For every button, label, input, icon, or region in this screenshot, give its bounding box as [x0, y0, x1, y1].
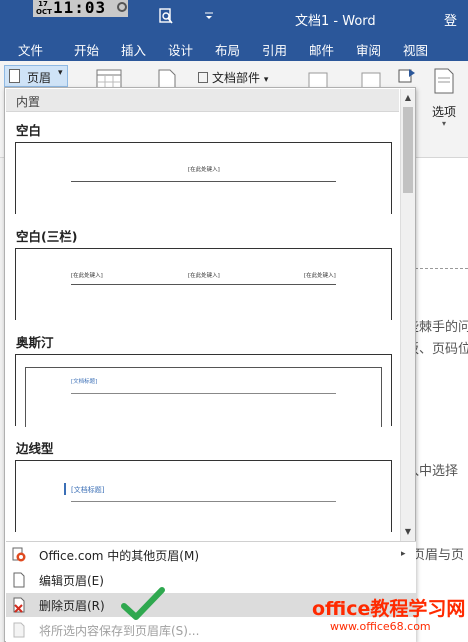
office-globe-icon: [12, 547, 26, 562]
tab-view[interactable]: 视图: [403, 40, 428, 59]
watermark-url: www.office68.com: [330, 620, 431, 633]
tab-references[interactable]: 引用: [262, 40, 287, 59]
clock-date: 17 OCT: [36, 0, 52, 16]
doc-parts-icon: [198, 72, 208, 83]
green-check-icon: [121, 587, 165, 620]
menu-item-label: 将所选内容保存到页眉库(S)...: [39, 624, 200, 638]
watermark-title: office教程学习网: [312, 598, 466, 620]
category-label-sideline: 边线型: [16, 441, 54, 456]
document-title: 文档1 - Word: [295, 14, 376, 29]
options-icon: [434, 68, 454, 94]
gallery-section-header: 内置: [6, 89, 399, 112]
navigation-icon[interactable]: [398, 67, 416, 85]
category-label-blank: 空白: [16, 123, 42, 138]
tab-file[interactable]: 文件: [18, 40, 43, 59]
chevron-down-icon: ▾: [58, 68, 63, 78]
print-preview-icon[interactable]: [158, 8, 174, 24]
menu-item-edit-header[interactable]: 编辑页眉(E): [6, 568, 416, 592]
tab-insert[interactable]: 插入: [121, 40, 146, 59]
header-button-label: 页眉: [27, 71, 52, 85]
title-bar: 17 OCT 11:03 文档1 - Word 登: [0, 0, 468, 37]
menu-item-more-headers[interactable]: Office.com 中的其他页眉(M) ▸: [6, 543, 416, 567]
page-icon: [13, 572, 25, 588]
scroll-down-icon[interactable]: ▼: [402, 526, 414, 538]
placeholder-text: [文档标题]: [71, 379, 98, 385]
chevron-down-icon: ▾: [442, 119, 447, 128]
austin-frame: [25, 367, 382, 427]
chevron-down-icon: ▾: [263, 75, 269, 85]
quick-access-dropdown-icon[interactable]: [203, 8, 215, 24]
clock-overlay: 17 OCT 11:03: [33, 0, 128, 17]
gallery-scrollbar[interactable]: ▲ ▼: [400, 89, 415, 541]
scroll-up-icon[interactable]: ▲: [402, 92, 414, 104]
doc-parts-button[interactable]: 文档部件 ▾: [198, 69, 268, 86]
placeholder-text: [文档标题]: [71, 486, 105, 494]
header-template-sideline[interactable]: [文档标题]: [15, 460, 392, 532]
header-template-blank[interactable]: [在此处键入]: [15, 142, 392, 214]
tab-home[interactable]: 开始: [74, 40, 99, 59]
header-page-icon: [9, 69, 20, 83]
clock-time: 11:03: [53, 0, 107, 17]
header-rule: [71, 284, 336, 285]
menu-item-label: Office.com 中的其他页眉(M): [39, 549, 200, 563]
options-label: 选项: [432, 105, 457, 119]
sign-in-link[interactable]: 登: [444, 10, 457, 29]
options-group[interactable]: 选项 ▾: [428, 65, 464, 128]
header-rule: [71, 393, 336, 394]
header-rule: [71, 181, 336, 182]
header-rule: [71, 501, 336, 502]
scrollbar-thumb[interactable]: [403, 107, 413, 193]
doc-parts-label: 文档部件: [212, 71, 261, 85]
menu-item-label: 编辑页眉(E): [39, 574, 104, 588]
category-label-austin: 奥斯汀: [16, 335, 54, 350]
delete-page-icon: [13, 597, 25, 613]
tab-design[interactable]: 设计: [168, 40, 193, 59]
placeholder-text: [在此处键入]: [188, 167, 220, 173]
save-page-icon: [13, 622, 25, 638]
placeholder-text: [在此处键入]: [304, 273, 336, 279]
header-gallery-dropdown: 内置 空白 [在此处键入] 空白(三栏) [在此处键入] [在此处键入] [在此…: [4, 87, 416, 642]
ribbon-tabs: 文件 开始 插入 设计 布局 引用 邮件 审阅 视图: [0, 37, 468, 61]
menu-item-label: 删除页眉(R): [39, 599, 105, 613]
tab-layout[interactable]: 布局: [215, 40, 240, 59]
header-template-austin[interactable]: [文档标题]: [15, 354, 392, 427]
placeholder-text: [在此处键入]: [71, 273, 103, 279]
tab-review[interactable]: 审阅: [356, 40, 381, 59]
gallery-section-label: 内置: [16, 95, 41, 109]
placeholder-text: [在此处键入]: [188, 273, 220, 279]
alarm-icon: [117, 2, 127, 12]
category-label-blank-three: 空白(三栏): [16, 229, 78, 244]
header-button[interactable]: 页眉 ▾: [4, 65, 68, 87]
submenu-arrow-icon: ▸: [401, 549, 406, 559]
sideline-bar: [64, 483, 66, 495]
header-template-blank-three[interactable]: [在此处键入] [在此处键入] [在此处键入]: [15, 248, 392, 320]
tab-mailings[interactable]: 邮件: [309, 40, 334, 59]
